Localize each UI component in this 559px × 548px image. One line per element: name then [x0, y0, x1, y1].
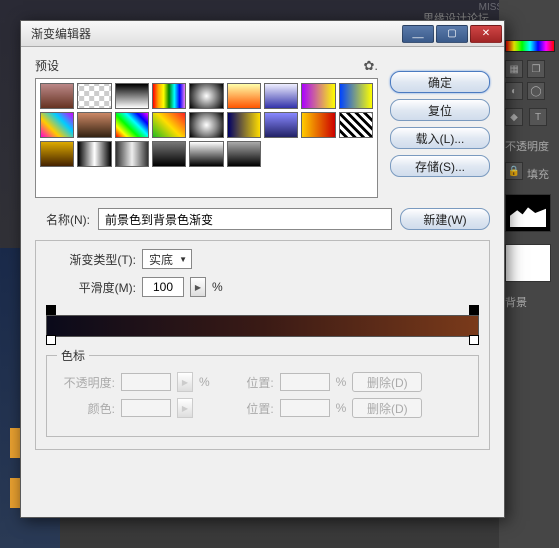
preset-swatch-3[interactable]: [152, 83, 186, 109]
preset-swatch-19[interactable]: [77, 141, 111, 167]
layers-icon[interactable]: ❐: [527, 60, 545, 78]
preset-swatch-5[interactable]: [227, 83, 261, 109]
name-label: 名称(N):: [35, 211, 90, 228]
stop-color-picker: ▶: [177, 398, 193, 418]
percent-label: %: [212, 280, 223, 294]
preset-swatch-23[interactable]: [227, 141, 261, 167]
gradient-strip[interactable]: [46, 315, 479, 337]
stop-color-label: 颜色:: [57, 400, 115, 417]
smoothness-spinner[interactable]: ▶: [190, 277, 206, 297]
preset-swatch-6[interactable]: [264, 83, 298, 109]
lock-icon[interactable]: 🔒: [505, 162, 523, 180]
preset-swatch-15[interactable]: [264, 112, 298, 138]
gradient-settings-group: 渐变类型(T): 实底 平滑度(M): ▶ % 色标 不透明度:: [35, 240, 490, 450]
bg-layer-label: 背景: [505, 294, 555, 310]
preset-swatch-10[interactable]: [77, 112, 111, 138]
preset-swatch-4[interactable]: [189, 83, 223, 109]
ok-button[interactable]: 确定: [390, 71, 490, 93]
swatch-icon[interactable]: ▦: [505, 60, 523, 78]
stop-position-label-1: 位置:: [216, 374, 274, 391]
gear-icon[interactable]: ✿.: [363, 58, 378, 74]
delete-opacity-stop-button: 删除(D): [352, 372, 422, 392]
save-button[interactable]: 存储(S)...: [390, 155, 490, 177]
path-icon[interactable]: ◆: [505, 108, 523, 126]
maximize-button[interactable]: ▢: [436, 25, 468, 43]
opacity-stop-right[interactable]: [469, 305, 479, 317]
right-panel: ▦ ❐ ◐ ◯ ◆ T 不透明度 🔒 填充 背景: [505, 40, 555, 310]
stops-group: 色标 不透明度: ▶ % 位置: % 删除(D) 颜色: ▶ % 位置:: [46, 347, 479, 437]
preset-swatch-8[interactable]: [339, 83, 373, 109]
name-input[interactable]: [98, 208, 392, 230]
color-spectrum[interactable]: [505, 40, 555, 52]
preset-swatch-17[interactable]: [339, 112, 373, 138]
gradient-strip-area: [46, 305, 479, 347]
opacity-stop-left[interactable]: [46, 305, 56, 317]
preset-swatch-0[interactable]: [40, 83, 74, 109]
presets-label: 预设: [35, 57, 59, 74]
color-stop-left[interactable]: [46, 335, 56, 347]
pct3: %: [336, 401, 347, 415]
preset-swatch-16[interactable]: [301, 112, 335, 138]
load-button[interactable]: 载入(L)...: [390, 127, 490, 149]
preset-swatch-22[interactable]: [189, 141, 223, 167]
preset-swatch-11[interactable]: [115, 112, 149, 138]
layer-thumb-1[interactable]: [505, 194, 551, 232]
delete-color-stop-button: 删除(D): [352, 398, 422, 418]
preset-swatch-12[interactable]: [152, 112, 186, 138]
fill-label: 填充: [527, 166, 549, 182]
preset-swatch-18[interactable]: [40, 141, 74, 167]
close-button[interactable]: ✕: [470, 25, 502, 43]
text-tool-icon[interactable]: T: [529, 108, 547, 126]
preset-swatch-2[interactable]: [115, 83, 149, 109]
preset-swatch-14[interactable]: [227, 112, 261, 138]
layer-thumb-2[interactable]: [505, 244, 551, 282]
gradient-type-label: 渐变类型(T):: [46, 251, 136, 268]
preset-grid[interactable]: [35, 78, 378, 198]
stop-color-swatch: [121, 399, 171, 417]
minimize-button[interactable]: __: [402, 25, 434, 43]
preset-swatch-1[interactable]: [77, 83, 111, 109]
dialog-title: 渐变编辑器: [31, 25, 400, 42]
stop-opacity-spinner: ▶: [177, 372, 193, 392]
titlebar[interactable]: 渐变编辑器 __ ▢ ✕: [21, 21, 504, 47]
panel-icon-row: ▦ ❐ ◐ ◯: [505, 60, 555, 100]
smoothness-label: 平滑度(M):: [46, 279, 136, 296]
stop-position-input-2: [280, 399, 330, 417]
stop-opacity-label: 不透明度:: [57, 374, 115, 391]
smoothness-input[interactable]: [142, 277, 184, 297]
pct2: %: [336, 375, 347, 389]
pct1: %: [199, 375, 210, 389]
gradient-editor-dialog: 渐变编辑器 __ ▢ ✕ 预设 ✿. 确定 复位 载入(L)... 存储(S).…: [20, 20, 505, 518]
stop-position-input-1: [280, 373, 330, 391]
mask-icon[interactable]: ◯: [527, 82, 545, 100]
opacity-panel-label: 不透明度: [505, 138, 555, 154]
gradient-type-select[interactable]: 实底: [142, 249, 192, 269]
adjust-icon[interactable]: ◐: [505, 82, 523, 100]
color-stop-right[interactable]: [469, 335, 479, 347]
new-button[interactable]: 新建(W): [400, 208, 490, 230]
preset-swatch-9[interactable]: [40, 112, 74, 138]
reset-button[interactable]: 复位: [390, 99, 490, 121]
preset-swatch-21[interactable]: [152, 141, 186, 167]
stop-opacity-input: [121, 373, 171, 391]
preset-swatch-7[interactable]: [301, 83, 335, 109]
stop-position-label-2: 位置:: [216, 400, 274, 417]
preset-swatch-20[interactable]: [115, 141, 149, 167]
preset-swatch-13[interactable]: [189, 112, 223, 138]
stops-legend: 色标: [57, 347, 89, 364]
